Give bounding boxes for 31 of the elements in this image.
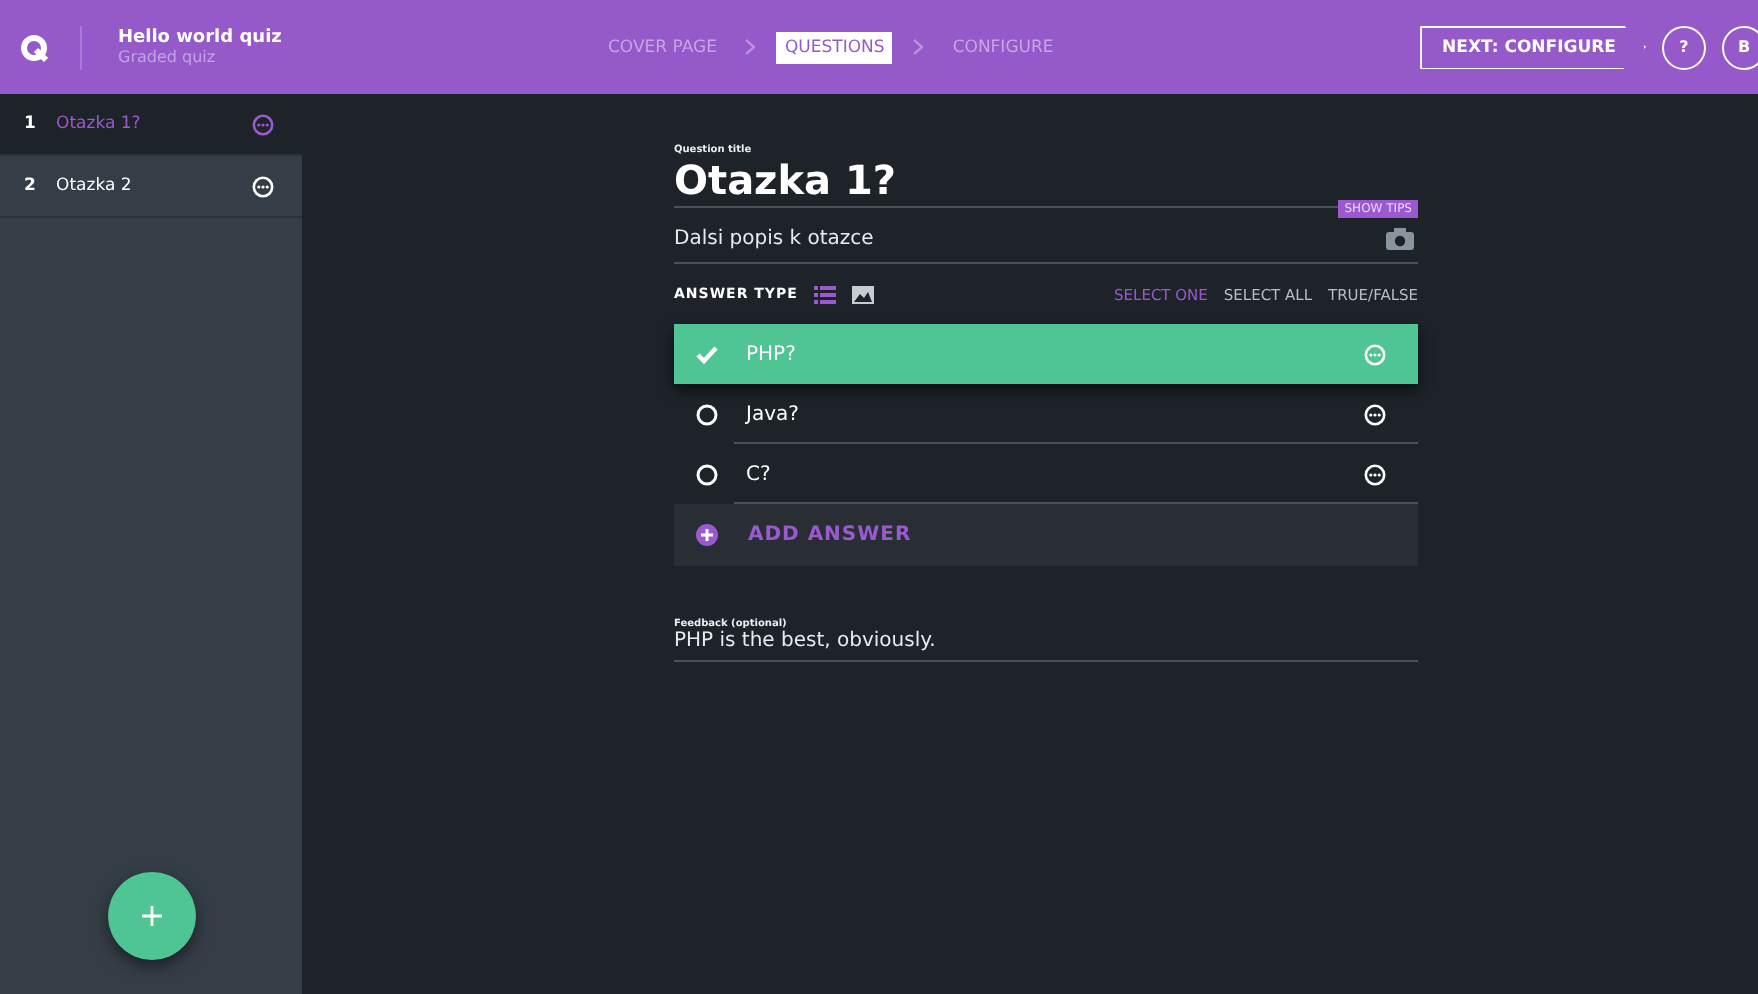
avatar-button[interactable]: B (1722, 25, 1758, 69)
answer-text: C? (746, 463, 773, 485)
radio-icon[interactable] (696, 463, 718, 485)
feedback-field[interactable]: PHP is the best, obviously. (674, 630, 1418, 662)
answer-text: Java? (746, 403, 801, 425)
answer-text: PHP? (746, 343, 798, 365)
add-question-button[interactable] (107, 872, 195, 960)
logo-icon (20, 33, 48, 61)
quiz-title: Hello world quiz (118, 28, 282, 48)
question-number: 2 (24, 176, 38, 196)
image-icon[interactable] (851, 285, 874, 303)
answer-row[interactable]: C? (674, 444, 1418, 504)
next-button[interactable]: NEXT: CONFIGURE (1420, 25, 1646, 69)
description-field[interactable]: Dalsi popis k otazce (674, 228, 874, 250)
quiz-subtitle: Graded quiz (118, 48, 218, 66)
check-icon[interactable] (696, 345, 718, 363)
help-button[interactable]: ? (1662, 25, 1706, 69)
camera-icon[interactable] (1386, 228, 1414, 250)
plus-icon (696, 524, 718, 546)
question-label: Otazka 2 (56, 176, 134, 196)
chevron-icon (744, 38, 757, 56)
question-number: 1 (24, 114, 38, 134)
list-icon[interactable] (813, 285, 836, 303)
chevron-icon (912, 38, 925, 56)
plus-icon (141, 906, 161, 926)
radio-icon[interactable] (696, 403, 718, 425)
step-tab[interactable]: QUESTIONS (776, 31, 893, 63)
question-item[interactable]: 1 Otazka 1? (0, 94, 302, 156)
answer-row[interactable]: Java? (674, 384, 1418, 444)
question-label: Otazka 1? (56, 114, 143, 134)
add-answer-button[interactable]: ADD ANSWER (674, 504, 1418, 566)
